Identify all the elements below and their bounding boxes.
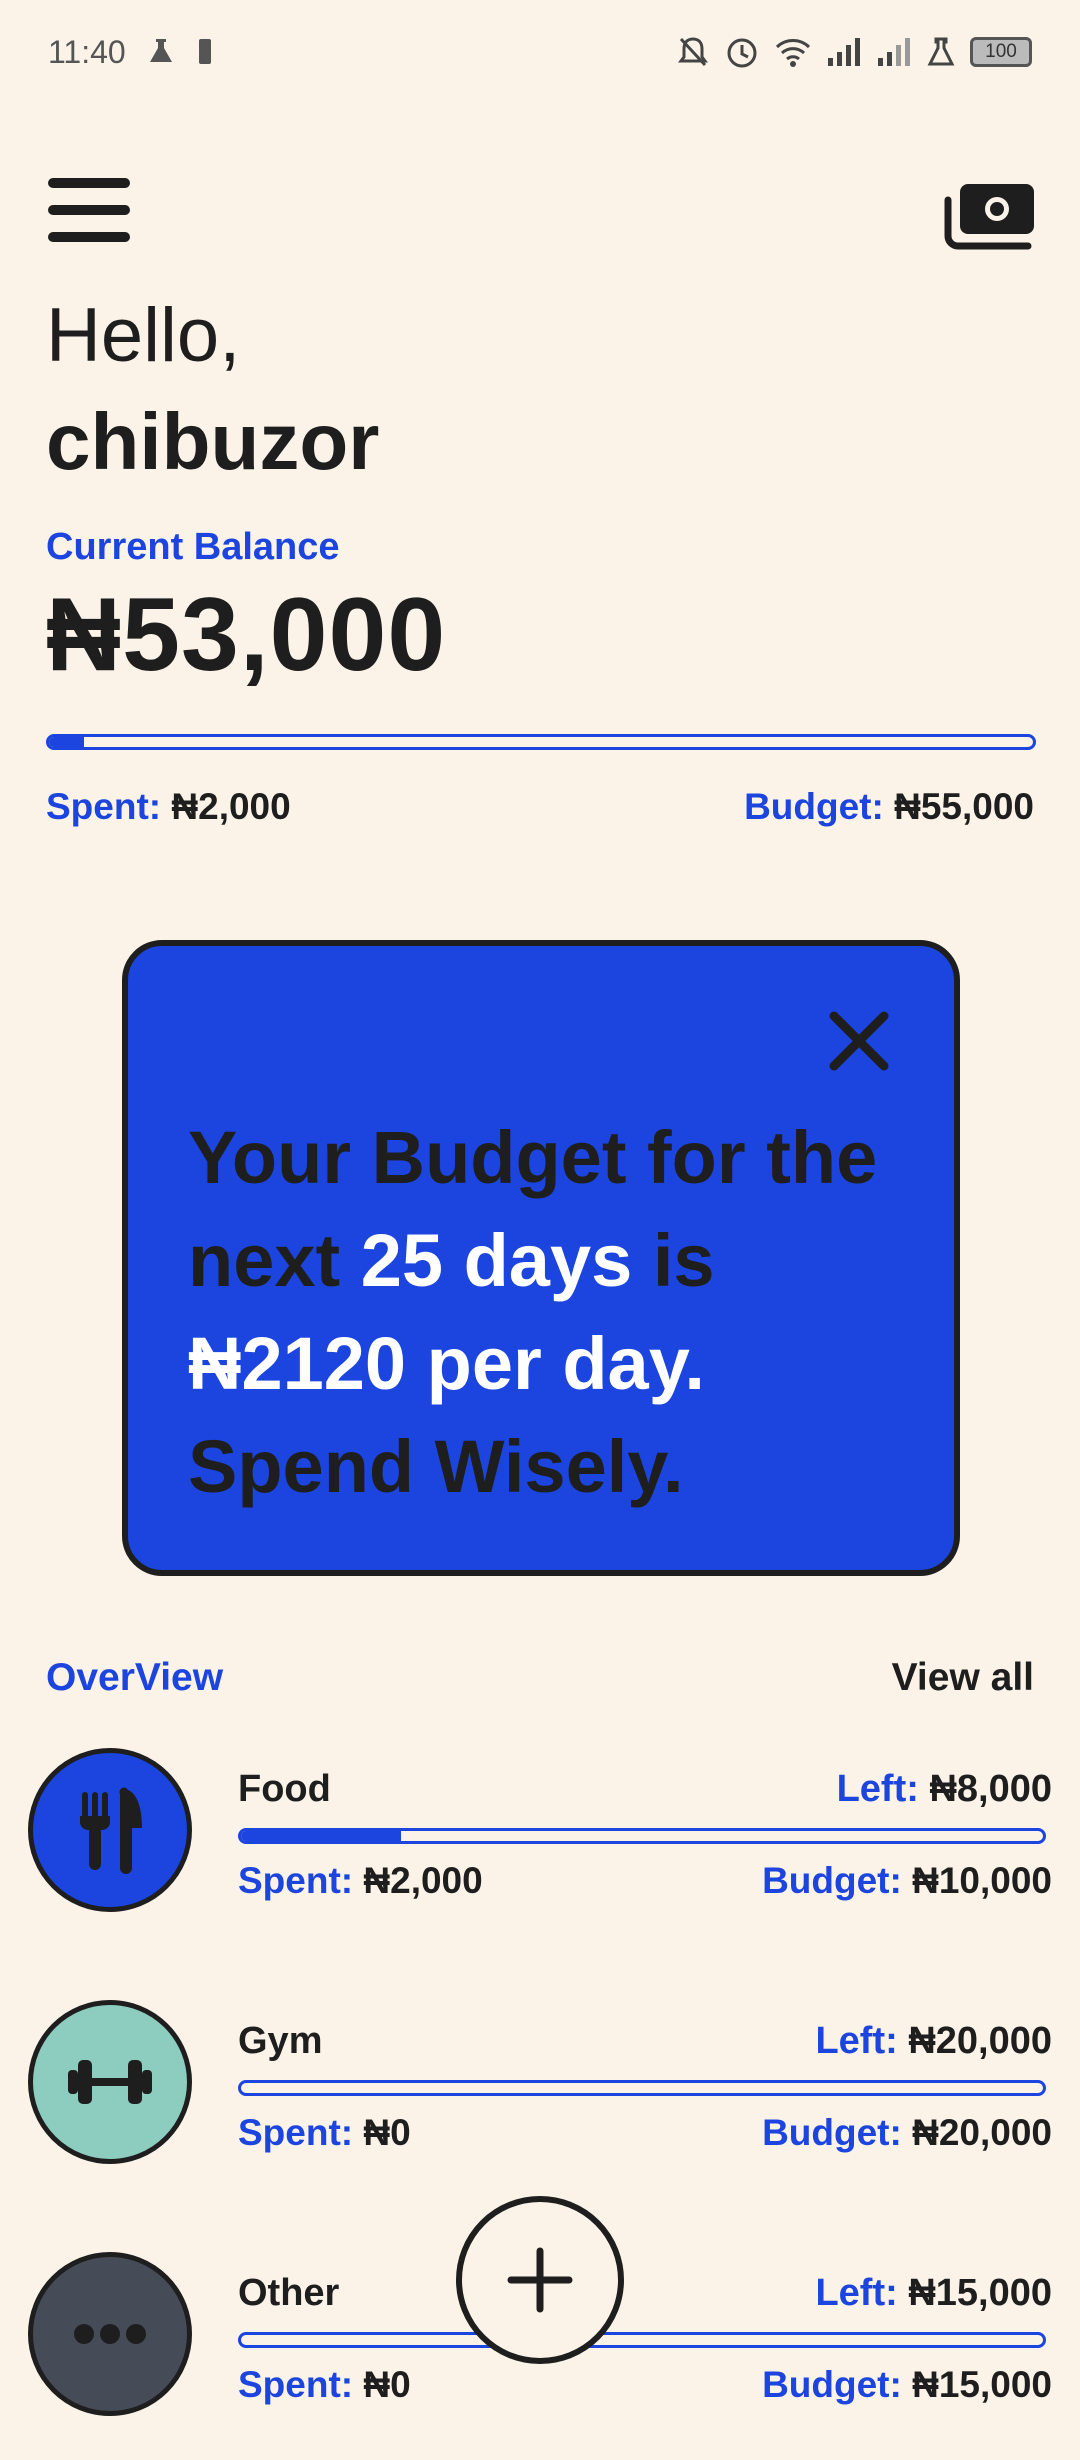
category-progress-bar — [238, 2080, 1046, 2096]
current-balance-value: ₦53,000 — [46, 577, 447, 693]
category-food[interactable]: Food Left: ₦8,000 Spent: ₦2,000 Budget: … — [28, 1748, 1052, 1928]
plus-icon — [507, 2247, 573, 2313]
budget-value: ₦55,000 — [894, 786, 1034, 827]
view-all-link[interactable]: View all — [892, 1656, 1034, 1700]
balance-progress-fill — [49, 737, 85, 747]
current-balance-label: Current Balance — [46, 526, 340, 568]
close-icon[interactable] — [824, 1006, 894, 1076]
days-highlight: 25 days — [360, 1219, 633, 1302]
bell-off-icon — [678, 37, 708, 67]
status-right-icons: 100 — [676, 34, 1032, 70]
battery-small-icon — [199, 39, 211, 64]
daily-budget-card: Your Budget for the next 25 days is ₦212… — [122, 940, 960, 1576]
username-text: chibuzor — [46, 397, 380, 486]
category-gym[interactable]: Gym Left: ₦20,000 Spent: ₦0 Budget: ₦20,… — [28, 2000, 1052, 2180]
status-time: 11:40 — [48, 34, 126, 70]
total-budget: Budget: ₦55,000 — [744, 786, 1034, 828]
category-budget: Budget: ₦10,000 — [762, 1860, 1052, 1901]
daily-budget-message: Your Budget for the next 25 days is ₦212… — [188, 1116, 878, 1508]
signal-icon — [878, 38, 910, 66]
flask-icon — [927, 37, 955, 66]
category-left: Left: ₦20,000 — [815, 2020, 1052, 2062]
category-budget: Budget: ₦15,000 — [762, 2364, 1052, 2405]
amount-highlight: ₦2120 per day. — [188, 1322, 705, 1405]
add-transaction-button[interactable] — [456, 2196, 624, 2364]
wifi-icon — [775, 39, 811, 67]
dumbbell-icon — [28, 2000, 192, 2164]
category-progress-bar — [238, 2332, 1046, 2348]
status-left-icons — [146, 36, 214, 66]
cash-stack-icon[interactable] — [942, 180, 1038, 252]
category-spent: Spent: ₦0 — [238, 2364, 411, 2405]
overview-title: OverView — [46, 1656, 224, 1699]
spent-label: Spent: — [46, 786, 162, 827]
alarm-icon — [727, 38, 757, 68]
category-budget: Budget: ₦20,000 — [762, 2112, 1052, 2153]
signal-icon — [828, 38, 860, 66]
category-spent: Spent: ₦2,000 — [238, 1860, 483, 1901]
hamburger-menu-icon[interactable] — [48, 178, 130, 250]
category-name: Gym — [238, 2020, 323, 2062]
greeting-text: Hello, — [46, 293, 241, 378]
fork-knife-icon — [28, 1748, 192, 1912]
category-name: Food — [238, 1768, 331, 1810]
more-dots-icon — [28, 2252, 192, 2416]
category-left: Left: ₦15,000 — [815, 2272, 1052, 2314]
category-progress-bar — [238, 1828, 1046, 1844]
category-progress-fill — [241, 1831, 402, 1841]
battery-indicator: 100 — [970, 37, 1032, 67]
flask-icon — [150, 39, 172, 62]
balance-progress-bar — [46, 734, 1036, 750]
total-spent: Spent: ₦2,000 — [46, 786, 291, 828]
budget-label: Budget: — [744, 786, 884, 827]
category-left: Left: ₦8,000 — [836, 1768, 1052, 1810]
status-bar: 11:40 100 — [0, 0, 1080, 110]
spent-value: ₦2,000 — [171, 786, 291, 827]
category-spent: Spent: ₦0 — [238, 2112, 411, 2153]
category-name: Other — [238, 2272, 340, 2314]
